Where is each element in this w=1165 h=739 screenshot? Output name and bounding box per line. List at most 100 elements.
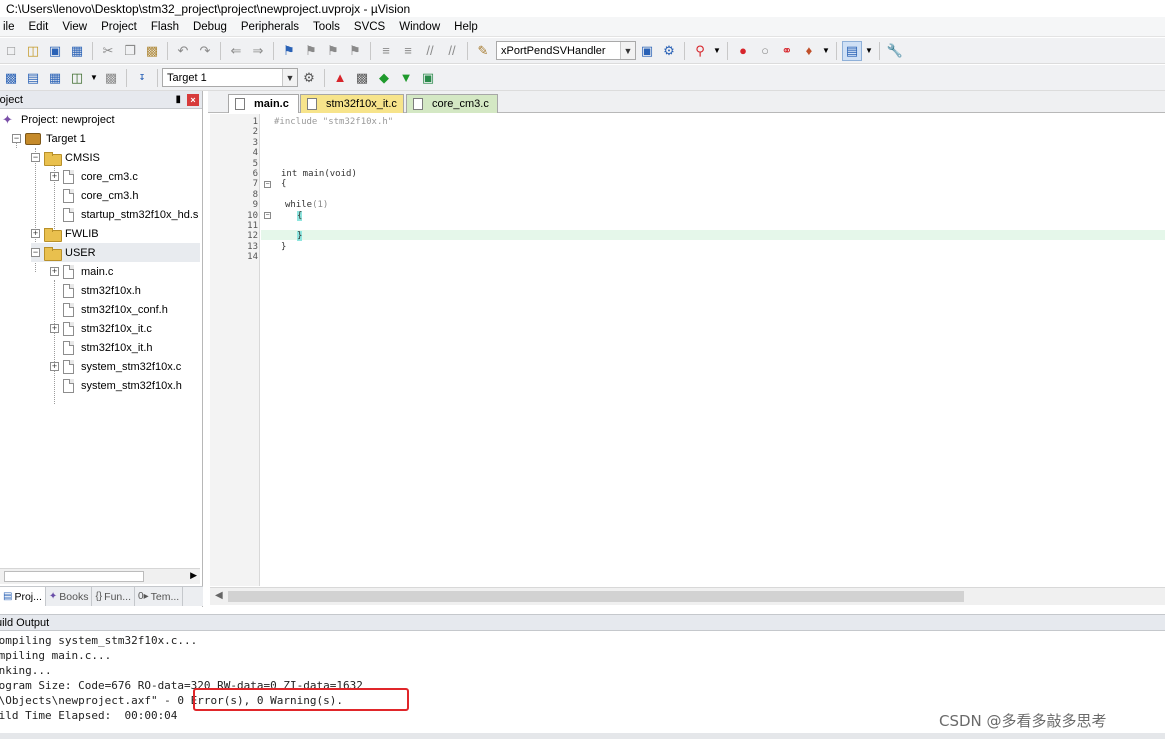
menu-project[interactable]: Project bbox=[94, 21, 144, 33]
chevron-down-icon[interactable]: ▼ bbox=[282, 69, 297, 86]
disable-breakpoint-icon[interactable]: ○ bbox=[755, 41, 775, 61]
tab-project[interactable]: ▤ Proj... bbox=[0, 587, 46, 606]
new-file-icon[interactable]: □ bbox=[1, 41, 21, 61]
tab-stm32f10x-it-c[interactable]: stm32f10x_it.c bbox=[300, 94, 404, 113]
find-icon[interactable]: ▣ bbox=[637, 41, 657, 61]
fold-marker-icon[interactable]: − bbox=[264, 212, 271, 219]
bookmark-icon[interactable]: ⚑ bbox=[279, 41, 299, 61]
indent-icon[interactable]: ≡ bbox=[376, 41, 396, 61]
select-packs-icon[interactable]: ◆ bbox=[374, 68, 394, 88]
chevron-down-icon[interactable]: ▼ bbox=[864, 41, 874, 61]
chevron-down-icon[interactable]: ▼ bbox=[821, 41, 831, 61]
uncomment-icon[interactable]: // bbox=[442, 41, 462, 61]
navigate-back-icon[interactable]: ⇐ bbox=[226, 41, 246, 61]
clear-bookmarks-icon[interactable]: ⚑ bbox=[345, 41, 365, 61]
menu-view[interactable]: View bbox=[55, 21, 94, 33]
close-icon[interactable]: × bbox=[187, 93, 199, 106]
expand-icon[interactable]: + bbox=[50, 324, 59, 333]
function-combo[interactable]: xPortPendSVHandler ▼ bbox=[496, 41, 636, 60]
tree-file[interactable]: stm32f10x_it.h bbox=[50, 338, 153, 357]
tree-project-root[interactable]: ✦ Project: newproject bbox=[2, 110, 115, 129]
open-folder-icon[interactable]: ◫ bbox=[23, 41, 43, 61]
chevron-down-icon[interactable]: ▼ bbox=[89, 68, 99, 88]
menu-tools[interactable]: Tools bbox=[306, 21, 347, 33]
cut-icon[interactable]: ✂ bbox=[98, 41, 118, 61]
breakpoint-icon[interactable]: ● bbox=[733, 41, 753, 61]
configure-wrench-icon[interactable]: 🔧 bbox=[885, 41, 905, 61]
tree-group-fwlib[interactable]: + FWLIB bbox=[31, 224, 99, 243]
tree-file[interactable]: + main.c bbox=[50, 262, 113, 281]
tree-file[interactable]: + core_cm3.c bbox=[50, 167, 138, 186]
stop-build-icon[interactable]: ▩ bbox=[101, 68, 121, 88]
navigate-forward-icon[interactable]: ⇒ bbox=[248, 41, 268, 61]
debug-session-icon[interactable]: ⚲ bbox=[690, 41, 710, 61]
chevron-down-icon[interactable]: ▼ bbox=[712, 41, 722, 61]
tree-target[interactable]: − Target 1 bbox=[12, 129, 86, 148]
tree-group-cmsis[interactable]: − CMSIS bbox=[31, 148, 100, 167]
menu-window[interactable]: Window bbox=[392, 21, 447, 33]
expand-icon[interactable]: + bbox=[50, 172, 59, 181]
next-bookmark-icon[interactable]: ⚑ bbox=[323, 41, 343, 61]
download-load-icon[interactable]: ↧ bbox=[132, 68, 152, 88]
expand-icon[interactable]: + bbox=[50, 362, 59, 371]
manage-rte-icon[interactable]: ▩ bbox=[352, 68, 372, 88]
manage-project-items-icon[interactable]: ▲ bbox=[330, 68, 350, 88]
tree-file[interactable]: + system_stm32f10x.c bbox=[50, 357, 181, 376]
scrollbar-thumb[interactable] bbox=[4, 571, 144, 582]
collapse-icon[interactable]: − bbox=[31, 248, 40, 257]
comment-icon[interactable]: // bbox=[420, 41, 440, 61]
copy-icon[interactable]: ❐ bbox=[120, 41, 140, 61]
build-icon[interactable]: ▤ bbox=[23, 68, 43, 88]
pack-installer-icon[interactable]: ▼ bbox=[396, 68, 416, 88]
save-all-icon[interactable]: ▦ bbox=[67, 41, 87, 61]
translate-icon[interactable]: ▩ bbox=[1, 68, 21, 88]
expand-icon[interactable]: + bbox=[31, 229, 40, 238]
menu-peripherals[interactable]: Peripherals bbox=[234, 21, 306, 33]
menu-edit[interactable]: Edit bbox=[22, 21, 56, 33]
menu-debug[interactable]: Debug bbox=[186, 21, 234, 33]
menu-flash[interactable]: Flash bbox=[144, 21, 186, 33]
redo-icon[interactable]: ↷ bbox=[195, 41, 215, 61]
tree-file[interactable]: system_stm32f10x.h bbox=[50, 376, 182, 395]
editor-horizontal-scrollbar[interactable]: ◀ bbox=[210, 587, 1165, 605]
tree-file[interactable]: stm32f10x.h bbox=[50, 281, 141, 300]
incremental-find-icon[interactable]: ⚙ bbox=[659, 41, 679, 61]
unindent-icon[interactable]: ≡ bbox=[398, 41, 418, 61]
tree-file[interactable]: stm32f10x_conf.h bbox=[50, 300, 168, 319]
target-combo[interactable]: Target 1 ▼ bbox=[162, 68, 298, 87]
tree-file[interactable]: startup_stm32f10x_hd.s bbox=[50, 205, 198, 224]
kill-breakpoints-icon[interactable]: ♦ bbox=[799, 41, 819, 61]
scroll-right-icon[interactable]: ▶ bbox=[190, 570, 197, 581]
software-packs-icon[interactable]: ▣ bbox=[418, 68, 438, 88]
scroll-left-icon[interactable]: ◀ bbox=[215, 590, 223, 601]
tab-templates[interactable]: 0▸ Tem... bbox=[135, 587, 184, 606]
target-options-icon[interactable]: ⚙ bbox=[299, 68, 319, 88]
tab-functions[interactable]: {} Fun... bbox=[92, 587, 136, 606]
paste-icon[interactable]: ▩ bbox=[142, 41, 162, 61]
window-layout-icon[interactable]: ▤ bbox=[842, 40, 862, 61]
collapse-icon[interactable]: − bbox=[31, 153, 40, 162]
tab-main-c[interactable]: main.c bbox=[228, 94, 299, 113]
code-editor[interactable] bbox=[261, 114, 1165, 586]
prev-bookmark-icon[interactable]: ⚑ bbox=[301, 41, 321, 61]
undo-icon[interactable]: ↶ bbox=[173, 41, 193, 61]
menu-file[interactable]: ile bbox=[0, 21, 22, 33]
tab-books[interactable]: ✦ Books bbox=[46, 587, 93, 606]
menu-help[interactable]: Help bbox=[447, 21, 485, 33]
save-icon[interactable]: ▣ bbox=[45, 41, 65, 61]
batch-build-icon[interactable]: ◫ bbox=[67, 68, 87, 88]
find-in-files-icon[interactable]: ✎ bbox=[473, 41, 493, 61]
rebuild-icon[interactable]: ▦ bbox=[45, 68, 65, 88]
menu-svcs[interactable]: SVCS bbox=[347, 21, 392, 33]
project-horizontal-scrollbar[interactable]: ▶ bbox=[0, 568, 200, 584]
tree-file[interactable]: core_cm3.h bbox=[50, 186, 138, 205]
fold-marker-icon[interactable]: − bbox=[264, 181, 271, 188]
tree-group-user[interactable]: − USER bbox=[31, 243, 200, 262]
disable-all-breakpoints-icon[interactable]: ⚭ bbox=[777, 41, 797, 61]
tree-file[interactable]: + stm32f10x_it.c bbox=[50, 319, 152, 338]
collapse-icon[interactable]: − bbox=[12, 134, 21, 143]
expand-icon[interactable]: + bbox=[50, 267, 59, 276]
tab-core-cm3-c[interactable]: core_cm3.c bbox=[406, 94, 498, 113]
chevron-down-icon[interactable]: ▼ bbox=[620, 42, 635, 59]
scrollbar-thumb[interactable] bbox=[228, 591, 964, 602]
